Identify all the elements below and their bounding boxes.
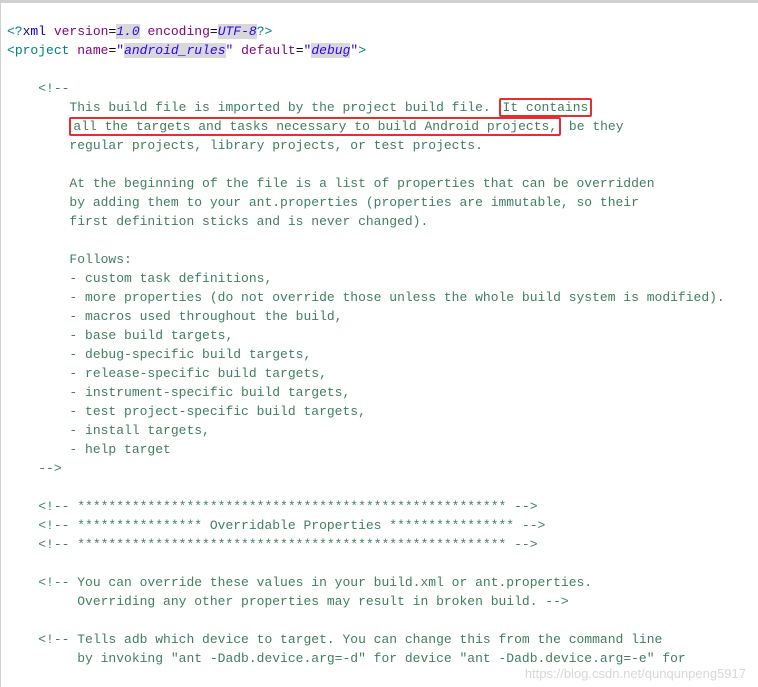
code-editor: <?xml version=1.0 encoding=UTF-8?> <proj… (0, 0, 758, 687)
comment-line: - macros used throughout the build, (69, 309, 342, 324)
comment-line: <!-- You can override these values in yo… (38, 575, 592, 590)
comment-line: This build file is imported by the proje… (69, 100, 490, 115)
highlight-box-1: It contains (499, 98, 593, 117)
comment-line: - instrument-specific build targets, (69, 385, 350, 400)
project-name: android_rules (124, 43, 225, 58)
separator-comment: <!-- ***********************************… (38, 499, 537, 514)
watermark-text: https://blog.csdn.net/qunqunpeng5917 (525, 664, 746, 683)
comment-line: - custom task definitions, (69, 271, 272, 286)
comment-line: Follows: (69, 252, 131, 267)
project-default: debug (311, 43, 350, 58)
comment-line: by adding them to your ant.properties (p… (69, 195, 639, 210)
comment-line: by invoking "ant -Dadb.device.arg=-d" fo… (38, 651, 686, 666)
comment-line: At the beginning of the file is a list o… (69, 176, 654, 191)
comment-line: - more properties (do not override those… (69, 290, 724, 305)
comment-line: - test project-specific build targets, (69, 404, 365, 419)
xml-version: 1.0 (116, 24, 139, 39)
highlight-box-2: all the targets and tasks necessary to b… (69, 117, 561, 136)
comment-line: be they (561, 119, 623, 134)
comment-line: <!-- Tells adb which device to target. Y… (38, 632, 662, 647)
comment-open: <!-- (38, 81, 69, 96)
comment-line: - debug-specific build targets, (69, 347, 311, 362)
comment-close: --> (38, 461, 61, 476)
comment-line: - help target (69, 442, 170, 457)
section-header-comment: <!-- **************** Overridable Proper… (38, 518, 545, 533)
separator-comment: <!-- ***********************************… (38, 537, 537, 552)
comment-line: first definition sticks and is never cha… (69, 214, 428, 229)
comment-line: - release-specific build targets, (69, 366, 326, 381)
comment-line: - base build targets, (69, 328, 233, 343)
comment-line: regular projects, library projects, or t… (69, 138, 482, 153)
comment-line: - install targets, (69, 423, 209, 438)
comment-line: Overriding any other properties may resu… (38, 594, 569, 609)
xml-encoding: UTF-8 (218, 24, 257, 39)
